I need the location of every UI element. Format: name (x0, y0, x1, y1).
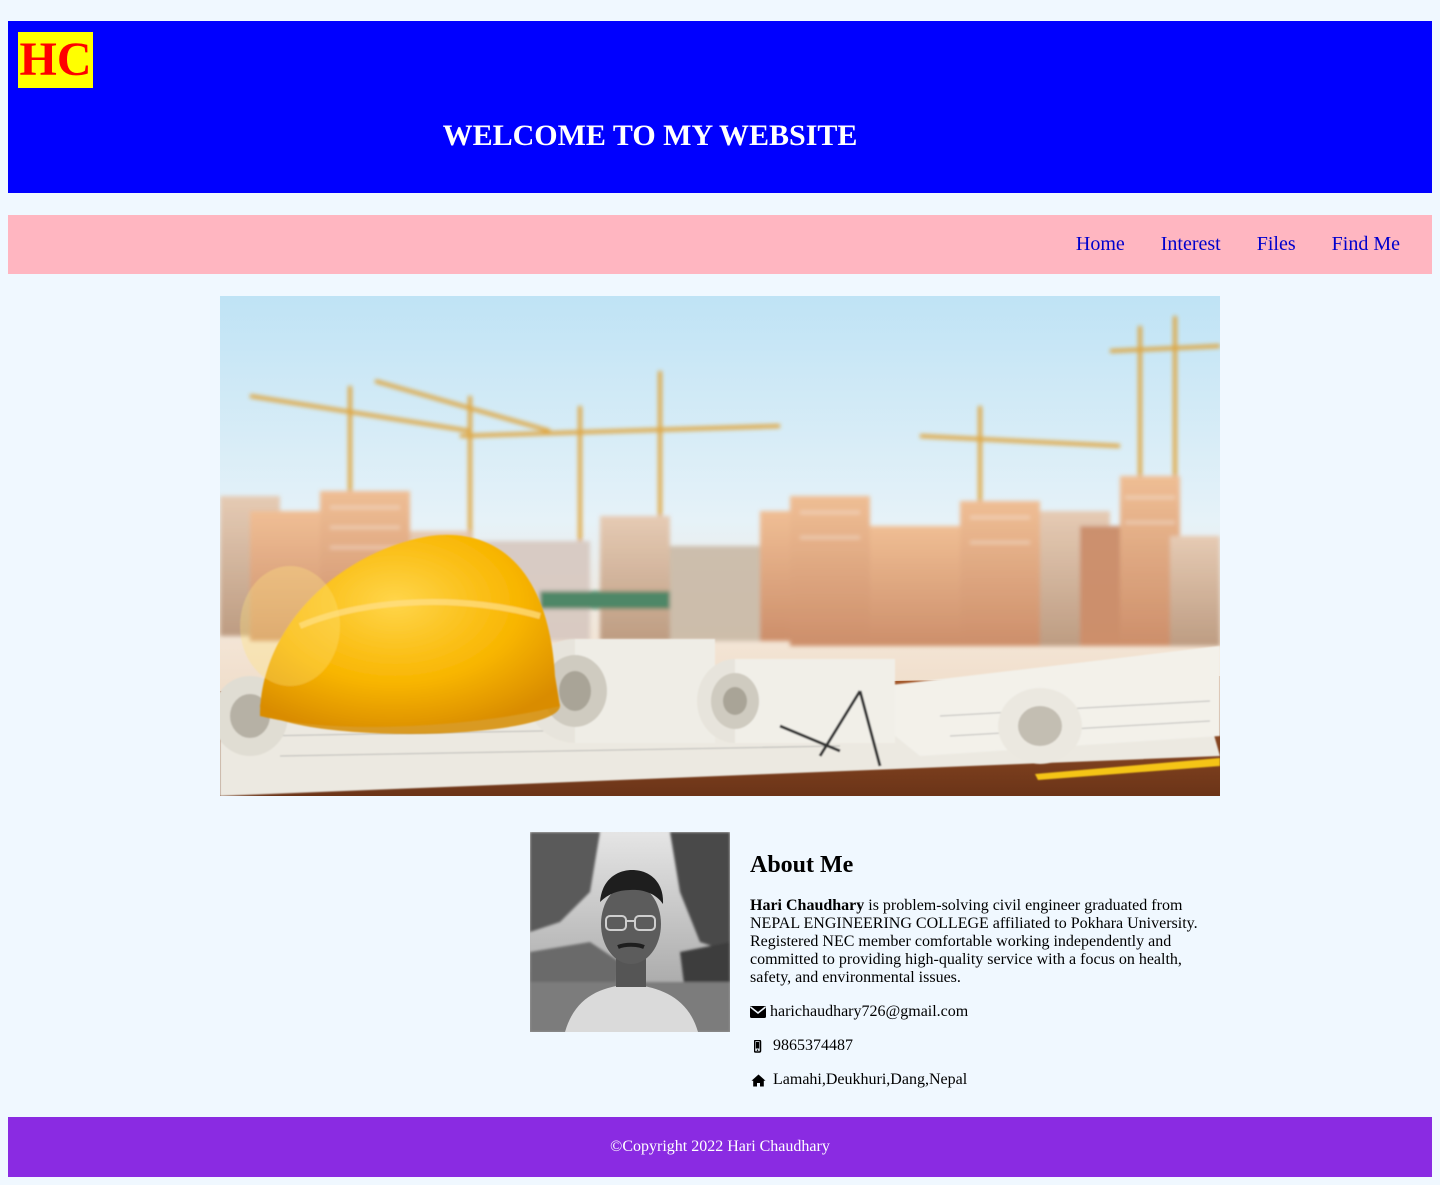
contact-phone: 9865374487 (750, 1037, 1210, 1055)
nav-list: Home Interest Files Find Me (1076, 215, 1400, 274)
hero-image (220, 296, 1220, 796)
nav-link-find-me[interactable]: Find Me (1332, 233, 1400, 255)
nav-link-home[interactable]: Home (1076, 233, 1125, 255)
contact-email: harichaudhary726@gmail.com (750, 1003, 1210, 1021)
nav-item-interest: Interest (1161, 233, 1221, 256)
about-bio: Hari Chaudhary is problem-solving civil … (750, 897, 1205, 987)
about-section: About Me Hari Chaudhary is problem-solvi… (750, 848, 1210, 1089)
profile-photo-image (530, 832, 730, 1032)
logo[interactable]: HC (18, 32, 93, 88)
mobile-phone-icon (750, 1038, 766, 1054)
contact-address: Lamahi,Deukhuri,Dang,Nepal (750, 1071, 1210, 1089)
site-footer: ©Copyright 2022 Hari Chaudhary (8, 1117, 1432, 1177)
welcome-heading: WELCOME TO MY WEBSITE (442, 119, 858, 152)
about-name: Hari Chaudhary (750, 897, 865, 914)
nav-item-home: Home (1076, 233, 1125, 256)
construction-site-image (220, 296, 1220, 796)
navbar: Home Interest Files Find Me (8, 215, 1432, 274)
profile-photo (530, 832, 730, 1032)
nav-item-find-me: Find Me (1332, 233, 1400, 256)
envelope-icon (750, 1004, 766, 1020)
home-icon (750, 1072, 766, 1088)
copyright-text: ©Copyright 2022 Hari Chaudhary (610, 1138, 830, 1155)
about-title: About Me (750, 852, 854, 878)
phone-text: 9865374487 (773, 1037, 853, 1054)
nav-link-interest[interactable]: Interest (1161, 233, 1221, 255)
address-text: Lamahi,Deukhuri,Dang,Nepal (773, 1071, 968, 1088)
site-header: HC WELCOME TO MY WEBSITE (8, 21, 1432, 193)
email-text[interactable]: harichaudhary726@gmail.com (770, 1003, 968, 1021)
nav-link-files[interactable]: Files (1257, 233, 1296, 255)
nav-item-files: Files (1257, 233, 1296, 256)
